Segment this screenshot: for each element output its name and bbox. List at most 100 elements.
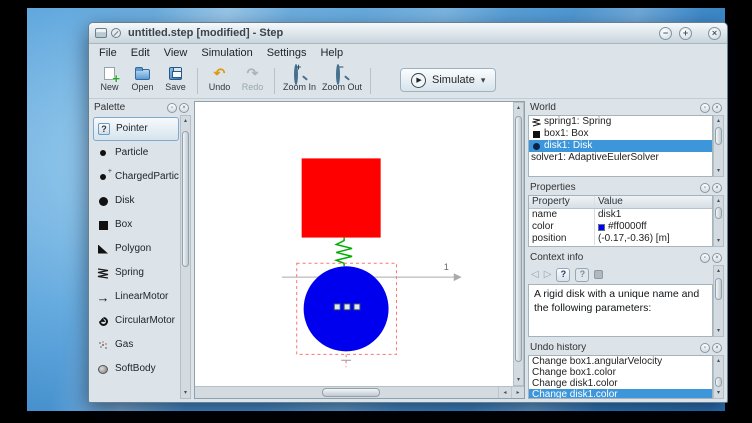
save-button[interactable]: Save [159,64,192,93]
detach-panel-icon[interactable]: ▫ [700,343,710,353]
scene-canvas[interactable]: 1 [195,102,513,386]
help-icon[interactable]: ? [556,268,570,282]
column-header-value[interactable]: Value [595,196,712,208]
world-panel-header[interactable]: World ▫ × [528,101,724,115]
minimize-button[interactable]: − [659,27,672,40]
maximize-button[interactable]: + [679,27,692,40]
simulate-button[interactable]: ▶ Simulate ▾ [400,68,496,92]
palette-item-gas[interactable]: Gas [93,333,179,357]
selection-handle[interactable] [334,304,340,310]
world-item-disk1[interactable]: disk1: Disk [529,140,712,152]
scroll-up-button[interactable]: ▴ [714,116,723,126]
palette-item-softbody[interactable]: SoftBody [93,357,179,381]
scroll-up-button[interactable]: ▴ [714,266,723,276]
detach-panel-icon[interactable]: ▫ [700,103,710,113]
undo-history-item-selected[interactable]: Change disk1.color [529,389,712,399]
scroll-up-button[interactable]: ▴ [514,103,523,113]
close-panel-icon[interactable]: × [712,343,722,353]
scrollbar-thumb[interactable] [715,377,722,387]
whats-this-icon[interactable]: ? [575,268,589,282]
menu-help[interactable]: Help [313,46,350,61]
property-row-name[interactable]: name disk1 [529,209,712,221]
undo-history-item[interactable]: Change box1.angularVelocity [529,356,712,367]
scrollbar-thumb[interactable] [715,127,722,145]
close-button[interactable]: × [708,27,721,40]
new-button[interactable]: + New [93,64,126,93]
palette-panel-header[interactable]: Palette ▫ × [92,101,191,115]
box-object[interactable] [302,158,381,237]
close-panel-icon[interactable]: × [712,103,722,113]
scroll-down-button[interactable]: ▾ [181,388,190,398]
spring-object[interactable] [336,238,352,267]
scrollbar-track[interactable] [181,126,190,388]
scroll-up-button[interactable]: ▴ [714,196,723,206]
scroll-up-button[interactable]: ▴ [714,356,723,366]
selection-handle[interactable] [344,304,350,310]
palette-item-charged-particle[interactable]: ChargedPartic [93,165,179,189]
world-item-solver1[interactable]: solver1: AdaptiveEulerSolver [529,152,712,164]
back-icon[interactable]: ◁ [531,270,539,280]
palette-scrollbar[interactable]: ▴ ▾ [180,115,191,399]
zoom-in-button[interactable]: + Zoom In [280,64,319,93]
scroll-down-button[interactable]: ▾ [714,236,723,246]
palette-item-circular-motor[interactable]: CircularMotor [93,309,179,333]
palette-item-spring[interactable]: Spring [93,261,179,285]
menu-edit[interactable]: Edit [124,46,157,61]
menu-view[interactable]: View [157,46,195,61]
scroll-down-button[interactable]: ▾ [714,166,723,176]
undo-history-panel-header[interactable]: Undo history ▫ × [528,341,724,355]
palette-item-disk[interactable]: Disk [93,189,179,213]
properties-panel-header[interactable]: Properties ▫ × [528,181,724,195]
undo-history-item[interactable]: Change disk1.color [529,378,712,389]
detach-panel-icon[interactable]: ▫ [700,183,710,193]
scroll-down-button[interactable]: ▾ [514,375,523,385]
redo-button[interactable]: ↷ Redo [236,64,269,93]
column-header-property[interactable]: Property [529,196,595,208]
palette-item-pointer[interactable]: ? Pointer [93,117,179,141]
scrollbar-thumb[interactable] [182,131,189,267]
context-info-scrollbar[interactable]: ▴ ▾ [713,265,724,337]
close-panel-icon[interactable]: × [179,103,189,113]
scrollbar-track[interactable] [195,387,498,398]
scrollbar-track[interactable] [714,366,723,388]
close-panel-icon[interactable]: × [712,183,722,193]
zoom-out-button[interactable]: − Zoom Out [319,64,365,93]
close-panel-icon[interactable]: × [712,253,722,263]
scrollbar-thumb[interactable] [515,116,522,362]
scrollbar-track[interactable] [714,276,723,326]
palette-item-box[interactable]: Box [93,213,179,237]
property-row-position[interactable]: position (-0.17,-0.36) [m] [529,233,712,245]
scrollbar-thumb[interactable] [715,207,722,219]
scrollbar-track[interactable] [714,126,723,166]
undo-button[interactable]: ↶ Undo [203,64,236,93]
context-info-panel-header[interactable]: Context info ▫ × [528,251,724,265]
detach-panel-icon[interactable]: ▫ [700,253,710,263]
selection-handle[interactable] [354,304,360,310]
world-scrollbar[interactable]: ▴ ▾ [713,115,724,177]
menu-settings[interactable]: Settings [260,46,314,61]
world-item-box1[interactable]: box1: Box [529,128,712,140]
canvas-horizontal-scrollbar[interactable]: ◂ ▸ [195,386,524,398]
scroll-up-button[interactable]: ▴ [181,116,190,126]
titlebar[interactable]: untitled.step [modified] - Step − + × [89,23,727,44]
scroll-left-button[interactable]: ◂ [498,387,511,398]
undo-history-item[interactable]: Change box1.color [529,367,712,378]
properties-scrollbar[interactable]: ▴ ▾ [713,195,724,247]
scrollbar-thumb[interactable] [322,388,380,397]
open-button[interactable]: Open [126,64,159,93]
scrollbar-track[interactable] [714,206,723,236]
menu-file[interactable]: File [92,46,124,61]
canvas-vertical-scrollbar[interactable]: ▴ ▾ [513,102,524,386]
scrollbar-track[interactable] [514,113,523,375]
scroll-right-button[interactable]: ▸ [511,387,524,398]
scroll-down-button[interactable]: ▾ [714,388,723,398]
scrollbar-thumb[interactable] [715,278,722,301]
forward-icon[interactable]: ▷ [544,270,552,280]
detach-panel-icon[interactable]: ▫ [167,103,177,113]
property-row-color[interactable]: color #ff0000ff [529,221,712,233]
scroll-down-button[interactable]: ▾ [714,326,723,336]
world-item-spring1[interactable]: spring1: Spring [529,116,712,128]
menu-simulation[interactable]: Simulation [194,46,259,61]
palette-item-linear-motor[interactable]: → LinearMotor [93,285,179,309]
palette-item-polygon[interactable]: Polygon [93,237,179,261]
